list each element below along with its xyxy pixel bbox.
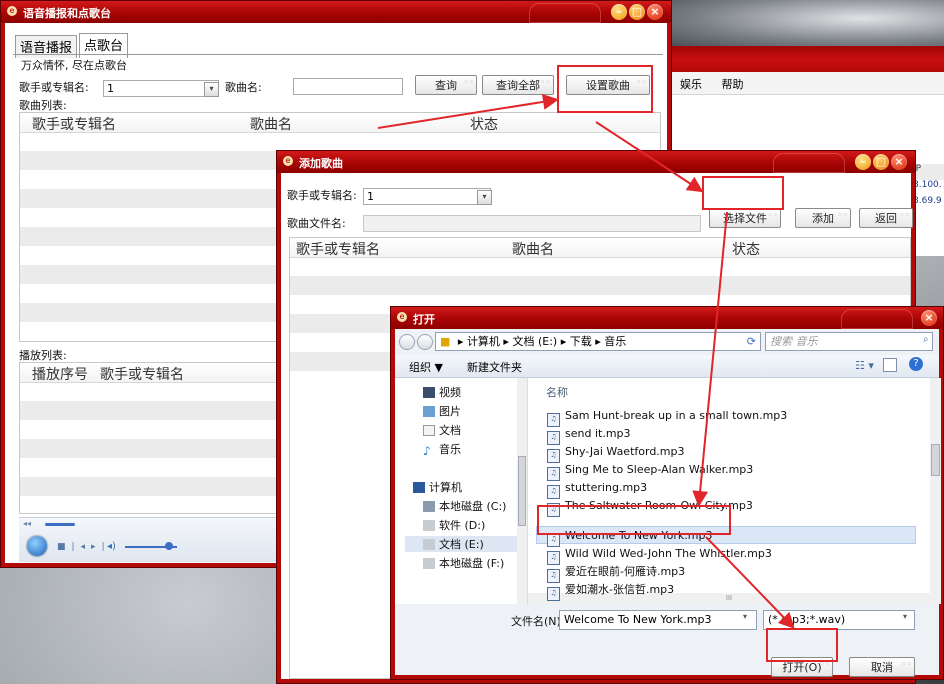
arrow-to-open-button	[705, 536, 795, 629]
annotation-arrows	[377, 93, 795, 629]
arrow-to-set-song	[377, 93, 559, 129]
arrow-to-choose-file	[595, 121, 704, 193]
arrow-to-selected-file	[692, 211, 728, 507]
